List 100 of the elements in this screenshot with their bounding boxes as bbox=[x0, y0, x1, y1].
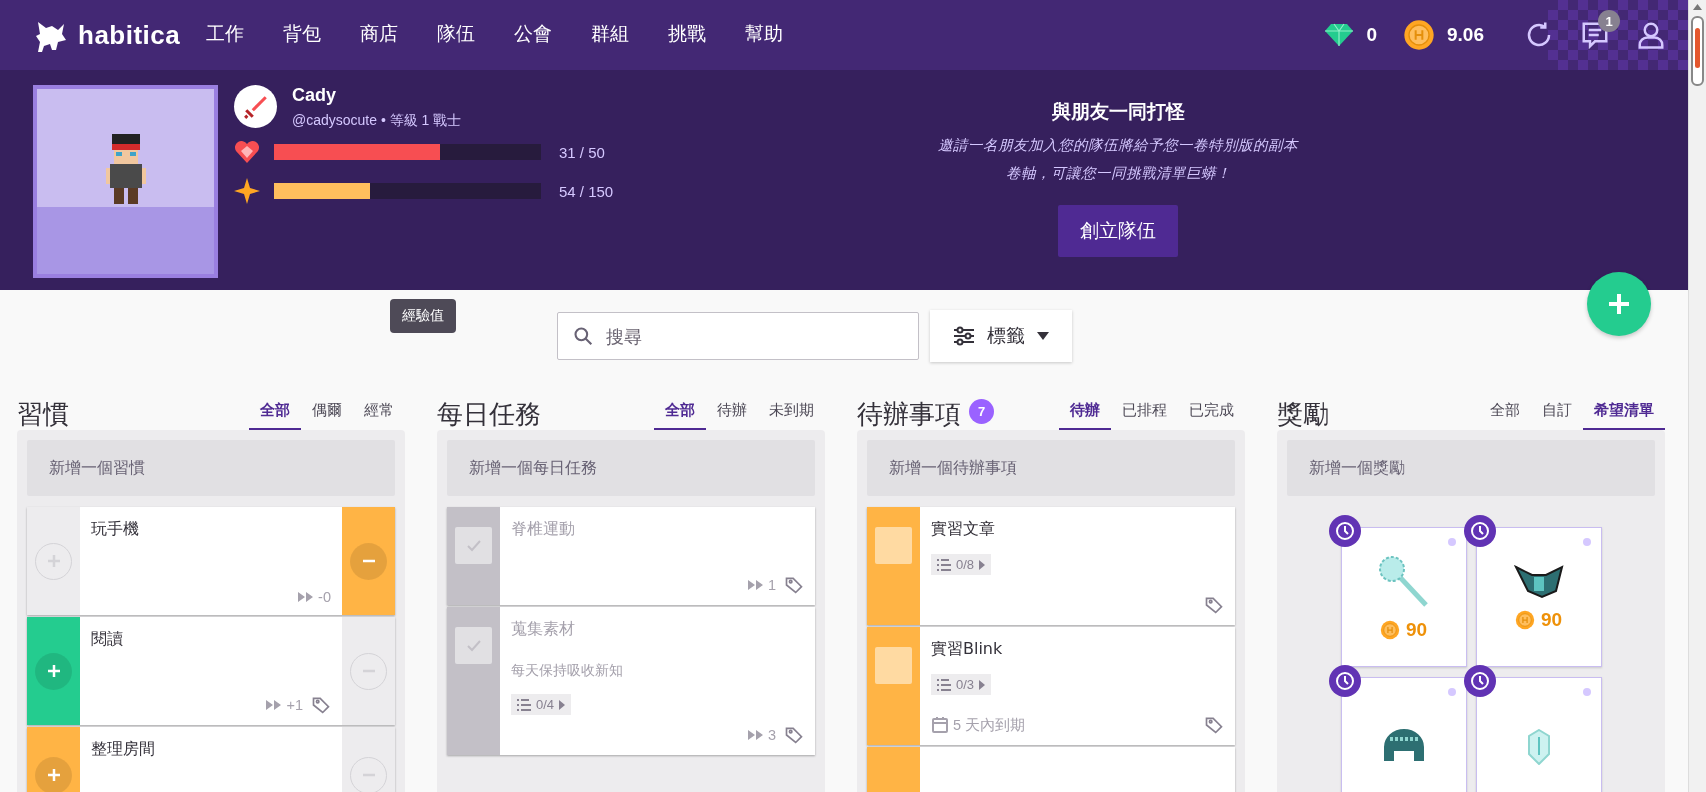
filter-tab[interactable]: 已完成 bbox=[1178, 395, 1245, 430]
add-task-field[interactable]: 新增一個習慣 bbox=[27, 440, 395, 496]
list-icon bbox=[937, 558, 951, 571]
daily-checkbox[interactable] bbox=[455, 627, 492, 664]
list-icon bbox=[517, 698, 531, 711]
sliders-icon bbox=[952, 326, 975, 346]
reward-price: 90 bbox=[1514, 609, 1563, 631]
tooltip: 經驗值 bbox=[390, 299, 456, 333]
add-task-field[interactable]: 新增一個每日任務 bbox=[447, 440, 815, 496]
clock-icon bbox=[1463, 515, 1496, 547]
logo-text: habitica bbox=[78, 19, 181, 51]
calendar-icon bbox=[931, 716, 949, 734]
daily-checkbox[interactable] bbox=[455, 527, 492, 564]
shield-drawing bbox=[1527, 729, 1550, 765]
add-button[interactable] bbox=[1587, 272, 1651, 336]
due-date: 5 天內到期 bbox=[931, 715, 1026, 735]
filter-tab[interactable]: 未到期 bbox=[758, 395, 825, 430]
status-dot-icon bbox=[1447, 688, 1456, 696]
habit-title: 整理房間 bbox=[91, 739, 156, 760]
search-icon bbox=[572, 326, 593, 346]
scrollbar[interactable] bbox=[1688, 0, 1706, 792]
party-description: 邀請一名朋友加入您的隊伍將給予您一卷特別版的副本卷軸，可讓您一同挑戰清單巨蟒！ bbox=[938, 136, 1298, 183]
gem-icon bbox=[1324, 23, 1355, 47]
habit-title: 閱讀 bbox=[91, 629, 124, 650]
nav-link[interactable]: 工作 bbox=[206, 16, 245, 54]
habit-counter: +1 bbox=[266, 697, 303, 713]
plus-icon bbox=[45, 553, 62, 569]
user-name: Cady bbox=[292, 85, 337, 106]
fast-forward-icon bbox=[747, 579, 764, 591]
daily-notes: 每天保持吸收新知 bbox=[511, 662, 624, 680]
nav-link[interactable]: 群組 bbox=[591, 16, 630, 54]
column-title: 每日任務 bbox=[437, 398, 541, 430]
status-dot-icon bbox=[1447, 538, 1456, 546]
stat-reading: 31 / 50 bbox=[559, 143, 605, 161]
caret-icon bbox=[1036, 332, 1049, 340]
increment-button[interactable] bbox=[35, 756, 72, 792]
tags-dropdown[interactable]: 標籤 bbox=[929, 310, 1072, 362]
nav-link[interactable]: 隊伍 bbox=[437, 16, 476, 54]
stat-reading: 54 / 150 bbox=[559, 182, 614, 200]
check-icon bbox=[465, 638, 482, 653]
column-title: 獎勵 bbox=[1277, 398, 1329, 430]
column-title: 待辦事項 bbox=[857, 398, 961, 430]
reward-item[interactable] bbox=[1475, 677, 1602, 792]
fast-forward-icon bbox=[298, 591, 315, 603]
reward-price: 90 bbox=[1379, 619, 1428, 641]
streak-counter: 1 bbox=[747, 577, 776, 593]
nav-link[interactable]: 幫助 bbox=[745, 16, 784, 54]
filter-tab[interactable]: 已排程 bbox=[1111, 395, 1178, 430]
fast-forward-icon bbox=[747, 729, 764, 741]
column-title: 習慣 bbox=[17, 398, 69, 430]
todo-checkbox[interactable] bbox=[875, 527, 912, 564]
user-subtitle: @cadysocute • 等級 1 戰士 bbox=[292, 112, 462, 130]
plus-icon bbox=[1606, 291, 1632, 317]
todo-title: 實習文章 bbox=[931, 519, 996, 540]
todo-checkbox[interactable] bbox=[875, 647, 912, 684]
nav-link[interactable]: 挑戰 bbox=[668, 16, 707, 54]
add-task-field[interactable]: 新增一個待辦事項 bbox=[867, 440, 1235, 496]
fast-forward-icon bbox=[266, 699, 283, 711]
heart-icon bbox=[234, 140, 260, 164]
filter-tab[interactable]: 自訂 bbox=[1531, 395, 1583, 430]
plus-icon bbox=[45, 767, 62, 783]
caret-icon bbox=[979, 679, 986, 690]
coin-count: 9.06 bbox=[1447, 24, 1484, 46]
clock-icon bbox=[1463, 665, 1496, 697]
status-dot-icon bbox=[1582, 688, 1591, 696]
nav-link[interactable]: 商店 bbox=[360, 16, 399, 54]
todo-title: 實習Blink bbox=[931, 639, 1004, 660]
habit-title: 玩手機 bbox=[91, 519, 140, 540]
add-task-field[interactable]: 新增一個獎勵 bbox=[1287, 440, 1655, 496]
search-field[interactable]: 搜尋 bbox=[556, 312, 919, 360]
nav-link[interactable]: 背包 bbox=[283, 16, 322, 54]
scrollbar-thumb[interactable] bbox=[1691, 16, 1704, 86]
status-dot-icon bbox=[1582, 538, 1591, 546]
filter-tab[interactable]: 經常 bbox=[353, 395, 405, 430]
gem-count: 0 bbox=[1366, 24, 1377, 46]
create-party-button[interactable]: 創立隊伍 bbox=[1058, 205, 1178, 257]
daily-title: 脊椎運動 bbox=[511, 519, 576, 540]
daily-title: 蒐集素材 bbox=[511, 619, 576, 640]
nav-link[interactable]: 公會 bbox=[514, 16, 553, 54]
filter-tab[interactable]: 偶爾 bbox=[301, 395, 353, 430]
caret-icon bbox=[559, 699, 566, 710]
clock-icon bbox=[1328, 665, 1361, 697]
count-badge: 7 bbox=[969, 399, 994, 424]
party-title: 與朋友一同打怪 bbox=[1051, 99, 1185, 124]
notification-badge: 1 bbox=[1598, 10, 1620, 32]
clock-icon bbox=[1328, 515, 1361, 547]
star-icon bbox=[234, 178, 260, 204]
filter-tab[interactable]: 全部 bbox=[1479, 395, 1531, 430]
coin-icon bbox=[1403, 19, 1435, 51]
reward-item[interactable] bbox=[1340, 677, 1467, 792]
scroll-up-arrow-icon[interactable] bbox=[1693, 4, 1702, 10]
caret-icon bbox=[979, 559, 986, 570]
filter-tab[interactable]: 待辦 bbox=[706, 395, 758, 430]
user-button[interactable] bbox=[1636, 20, 1666, 50]
armor-drawing bbox=[1513, 563, 1564, 599]
streak-counter: 3 bbox=[747, 727, 776, 743]
plus-icon bbox=[45, 663, 62, 679]
increment-button[interactable] bbox=[35, 652, 72, 690]
list-icon bbox=[937, 678, 951, 691]
habit-counter: -0 bbox=[298, 589, 331, 605]
